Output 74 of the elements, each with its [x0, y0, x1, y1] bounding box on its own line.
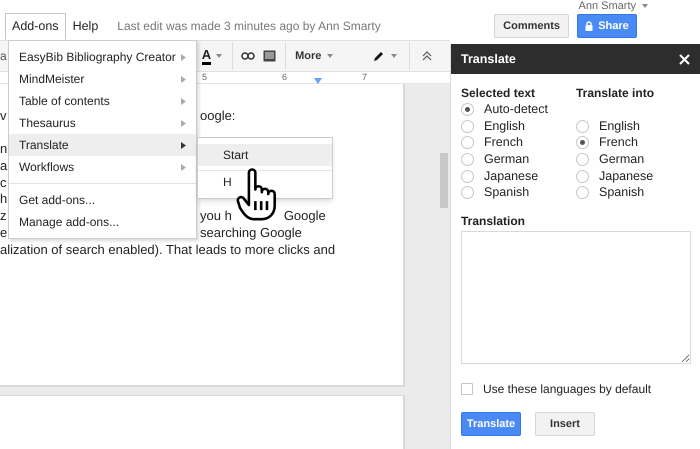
radio-label: English — [484, 118, 525, 135]
translation-field[interactable] — [461, 231, 691, 364]
document-text: h — [0, 191, 8, 206]
document-text: a — [0, 158, 8, 174]
document-text: oogle: — [200, 108, 236, 125]
toolbar-fragment: a — [0, 48, 7, 65]
menu-item[interactable]: Manage add-ons... — [9, 211, 196, 233]
checkbox[interactable] — [461, 383, 473, 396]
menu-tab[interactable]: Help — [66, 16, 106, 36]
radio-button[interactable] — [461, 186, 474, 200]
radio-button[interactable] — [461, 170, 474, 183]
caret-icon — [327, 54, 334, 58]
radio-button[interactable] — [461, 120, 474, 133]
radio-label: Spanish — [599, 184, 644, 202]
section-heading: Selected text — [461, 85, 536, 101]
menu-item[interactable]: Start — [198, 144, 332, 166]
menu-item[interactable]: Get add-ons... — [9, 189, 196, 211]
menu-item[interactable]: Table of contents — [9, 90, 196, 112]
radio-button[interactable] — [576, 170, 589, 183]
collapse-icon[interactable] — [422, 51, 432, 61]
text-color-button[interactable]: A — [200, 48, 224, 64]
comments-button[interactable]: Comments — [494, 14, 569, 38]
scrollbar-thumb[interactable] — [440, 153, 448, 208]
radio-label: Spanish — [484, 184, 530, 202]
radio-button[interactable] — [461, 102, 474, 116]
insert-button[interactable]: Insert — [535, 412, 595, 436]
panel-title: Translate — [461, 50, 516, 68]
document-text: z — [0, 208, 6, 224]
menu-tab[interactable]: Add-ons — [5, 13, 66, 40]
document-text: searching Google — [200, 224, 302, 242]
document-text: c — [0, 174, 6, 190]
radio-button[interactable] — [461, 152, 474, 166]
ruler-number: 6 — [282, 70, 288, 84]
radio-label: German — [599, 151, 644, 168]
section-heading: Translation — [461, 213, 526, 230]
ruler-number: 5 — [202, 70, 208, 84]
caret-icon — [391, 54, 398, 58]
section-heading: Translate into — [576, 85, 654, 101]
close-icon[interactable] — [679, 54, 690, 64]
caret-icon — [642, 4, 648, 8]
document-text: alization of search enabled). That leads to more clicks and — [0, 242, 336, 258]
pencil-button[interactable] — [373, 50, 398, 62]
radio-button[interactable] — [461, 136, 474, 150]
menu-item[interactable]: Translate — [9, 134, 196, 156]
checkbox-label: Use these languages by default — [483, 381, 652, 398]
more-button[interactable]: More — [295, 48, 334, 64]
comment-icon[interactable] — [263, 50, 276, 62]
radio-label: German — [484, 151, 530, 168]
radio-label: English — [599, 118, 640, 135]
radio-label: Japanese — [599, 168, 654, 185]
menu-item[interactable]: MindMeister — [9, 68, 196, 90]
menu-item[interactable]: Workflows — [9, 156, 196, 178]
document-text: n — [0, 141, 8, 156]
radio-label: Auto-detect — [484, 100, 548, 118]
radio-label: French — [599, 134, 638, 152]
radio-button[interactable] — [576, 136, 589, 150]
radio-button[interactable] — [576, 186, 589, 200]
document-text: e — [0, 224, 8, 240]
link-icon[interactable] — [241, 52, 256, 60]
menu-item[interactable]: Thesaurus — [9, 112, 196, 134]
pencil-icon — [373, 50, 386, 62]
lock-icon — [585, 21, 594, 31]
last-edit-text: Last edit was made 3 minutes ago by Ann Smarty — [117, 18, 381, 35]
document-text: v — [0, 108, 6, 123]
caret-icon — [216, 54, 222, 58]
ruler-number: 7 — [362, 70, 368, 84]
radio-button[interactable] — [576, 120, 589, 133]
document-text: Google — [284, 208, 326, 225]
user-name[interactable]: Ann Smarty — [578, 0, 636, 14]
menu-item[interactable]: EasyBib Bibliography Creator — [9, 46, 196, 68]
radio-label: Japanese — [484, 168, 538, 185]
radio-label: French — [484, 134, 523, 152]
document-text: you h — [200, 208, 232, 225]
radio-button[interactable] — [576, 152, 589, 166]
